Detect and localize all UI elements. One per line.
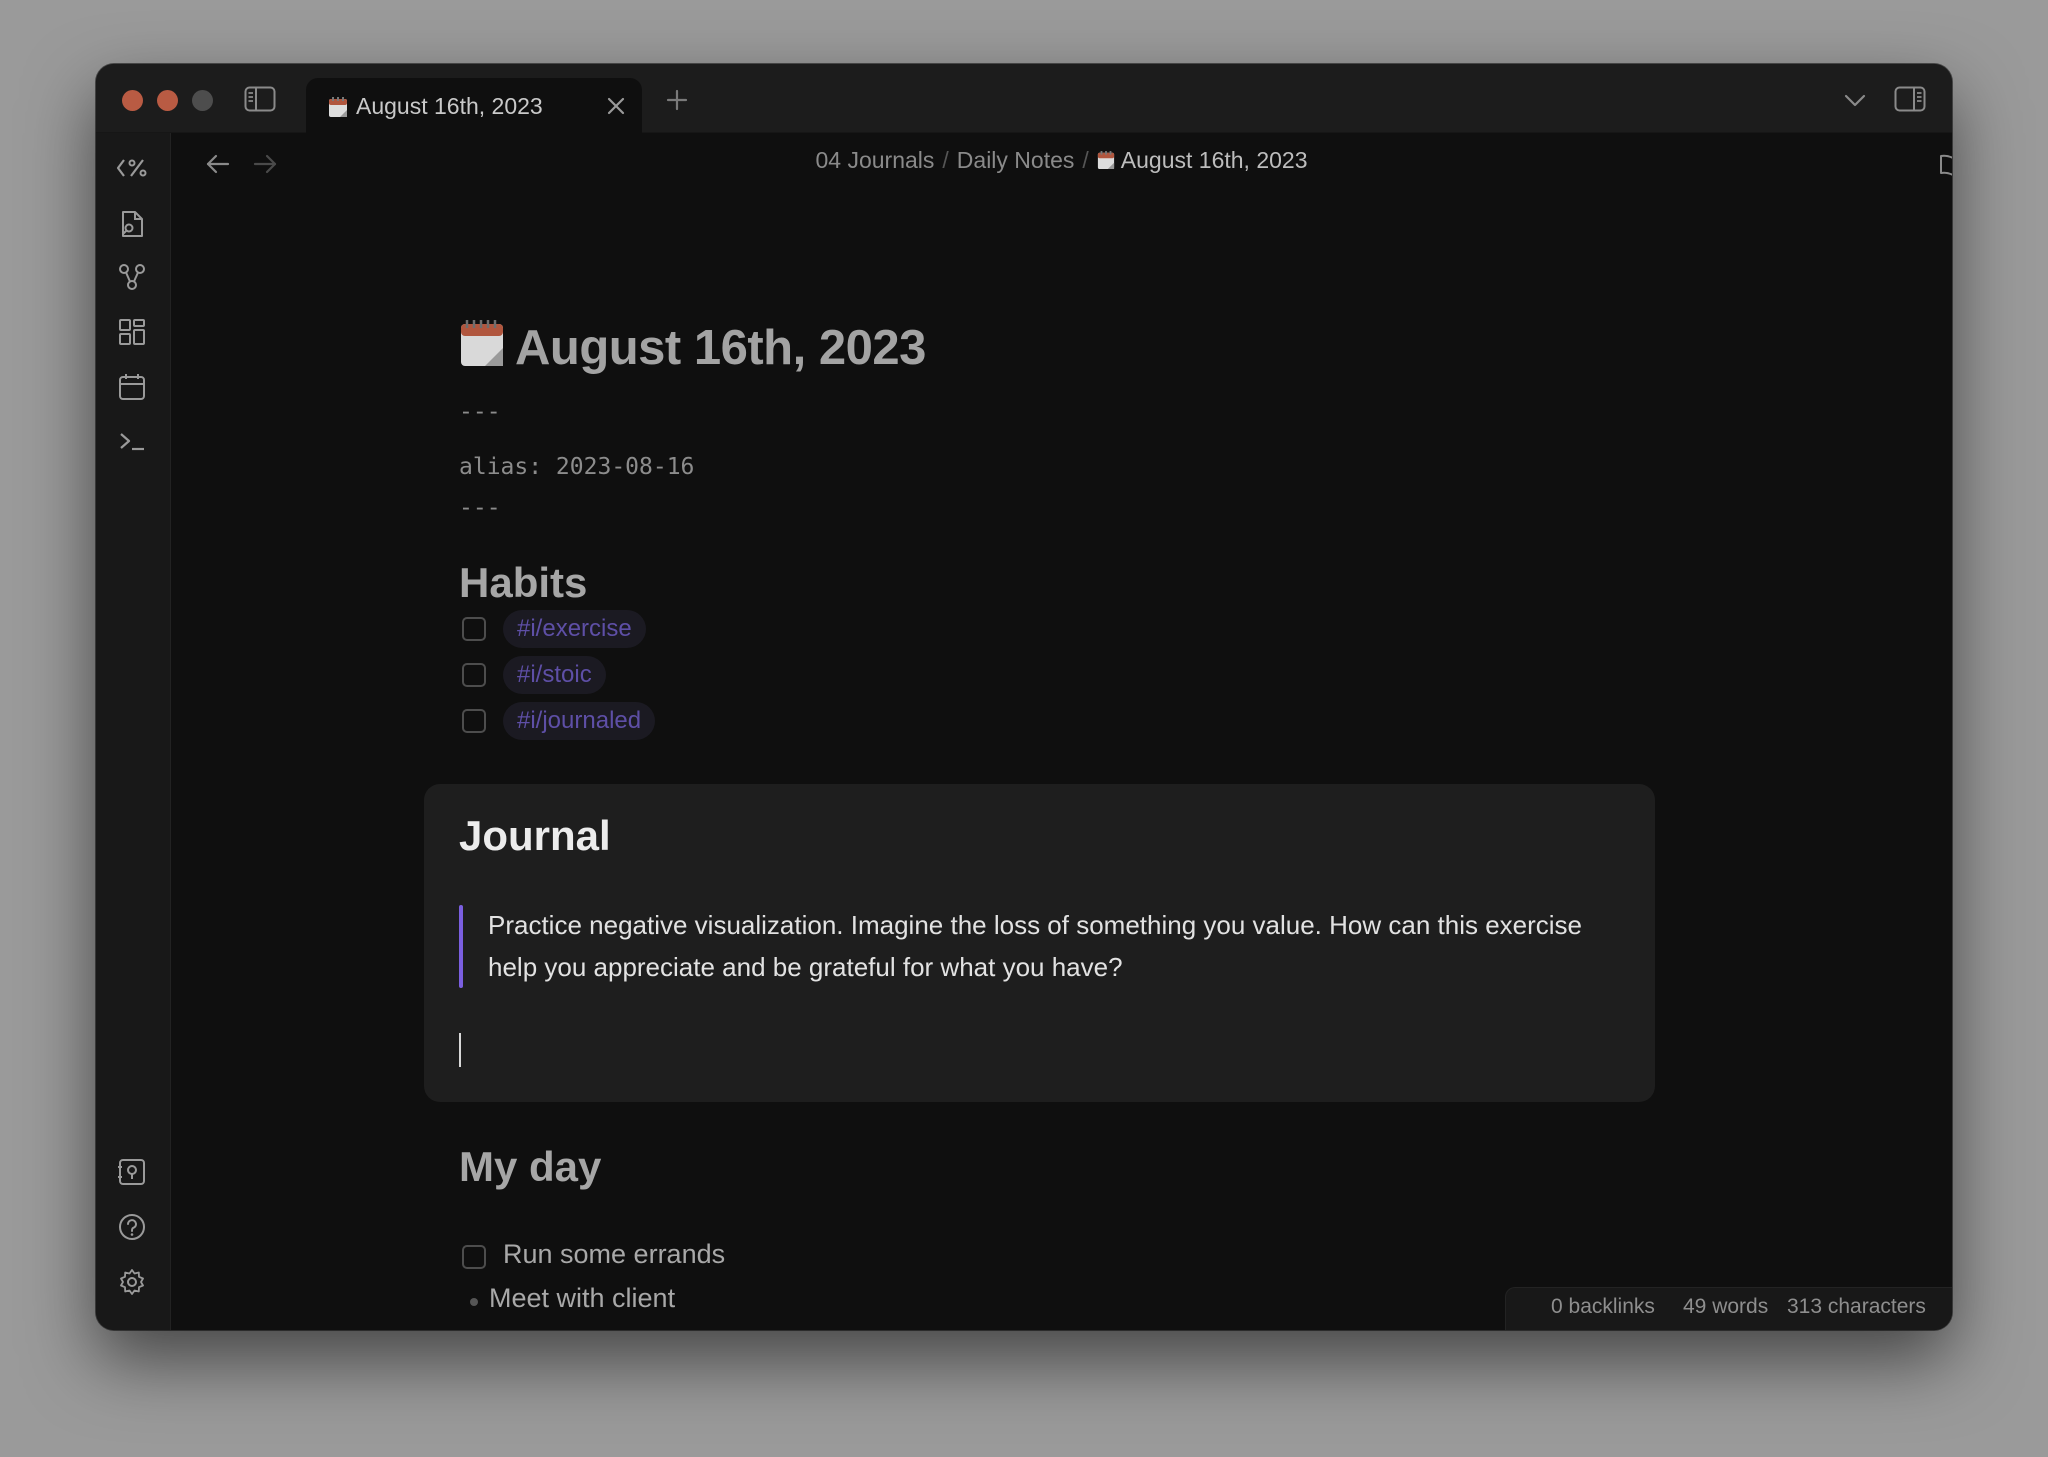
list-item-label: Meet with client [489, 1283, 676, 1313]
settings-gear-icon[interactable] [118, 1268, 146, 1296]
blockquote-bar [459, 905, 463, 988]
habits-heading: Habits [459, 559, 588, 606]
chevron-down-icon[interactable] [1844, 94, 1866, 108]
frontmatter-alias[interactable]: alias: 2023-08-16 [459, 454, 694, 480]
status-bar: 0 backlinks 49 words 313 characters [1505, 1287, 1952, 1330]
search-file-icon[interactable] [118, 209, 146, 239]
my-day-heading: My day [459, 1143, 602, 1190]
bullet-icon [470, 1298, 478, 1306]
frontmatter-close: --- [459, 495, 501, 521]
habit-checkbox[interactable] [462, 617, 486, 641]
habit-checkbox[interactable] [462, 709, 486, 733]
left-ribbon [96, 133, 171, 1330]
close-window-button[interactable] [122, 90, 143, 111]
note-title[interactable]: August 16th, 2023 [459, 318, 926, 376]
habit-tag[interactable]: #i/exercise [503, 610, 646, 648]
calendar-icon[interactable] [118, 373, 146, 401]
minimize-window-button[interactable] [157, 90, 178, 111]
journal-heading: Journal [459, 812, 611, 859]
journal-prompt-quote: Practice negative visualization. Imagine… [488, 910, 1583, 982]
app-window: August 16th, 2023 04 Journals / Daily No… [96, 64, 1952, 1330]
help-icon[interactable] [118, 1213, 146, 1241]
note-title-text: August 16th, 2023 [515, 321, 926, 375]
close-tab-icon[interactable] [606, 96, 626, 116]
character-count: 313 characters [1787, 1295, 1926, 1318]
note-content[interactable]: August 16th, 2023 --- alias: 2023-08-16 … [171, 133, 1952, 1330]
habit-checkbox[interactable] [462, 663, 486, 687]
text-cursor [459, 1033, 461, 1067]
zoom-window-button[interactable] [192, 90, 213, 111]
terminal-icon[interactable] [118, 430, 146, 452]
task-label: Run some errands [503, 1239, 726, 1269]
task-checkbox[interactable] [462, 1245, 486, 1269]
templater-icon[interactable] [116, 157, 150, 179]
title-bar: August 16th, 2023 [96, 64, 1952, 134]
backlinks-count[interactable]: 0 backlinks [1551, 1295, 1655, 1319]
habit-tag[interactable]: #i/journaled [503, 702, 656, 740]
tab-title: August 16th, 2023 [356, 93, 543, 119]
frontmatter-open: --- [459, 399, 501, 425]
calendar-emoji-icon [328, 96, 348, 118]
toggle-left-sidebar-icon[interactable] [244, 86, 276, 112]
tab-august-16[interactable]: August 16th, 2023 [306, 78, 642, 134]
journal-section[interactable]: Journal Practice negative visualization.… [424, 784, 1655, 1102]
canvas-grid-icon[interactable] [118, 318, 146, 346]
graph-view-icon[interactable] [118, 263, 146, 291]
editor-pane: 04 Journals / Daily Notes / August 16th, 202… [171, 133, 1952, 1330]
new-tab-icon[interactable] [666, 89, 688, 111]
word-count: 49 words [1683, 1295, 1769, 1318]
habit-tag[interactable]: #i/stoic [503, 656, 606, 694]
vault-switcher-icon[interactable] [118, 1158, 146, 1186]
spiral-calendar-emoji-icon [459, 318, 505, 368]
toggle-right-sidebar-icon[interactable] [1894, 86, 1926, 112]
